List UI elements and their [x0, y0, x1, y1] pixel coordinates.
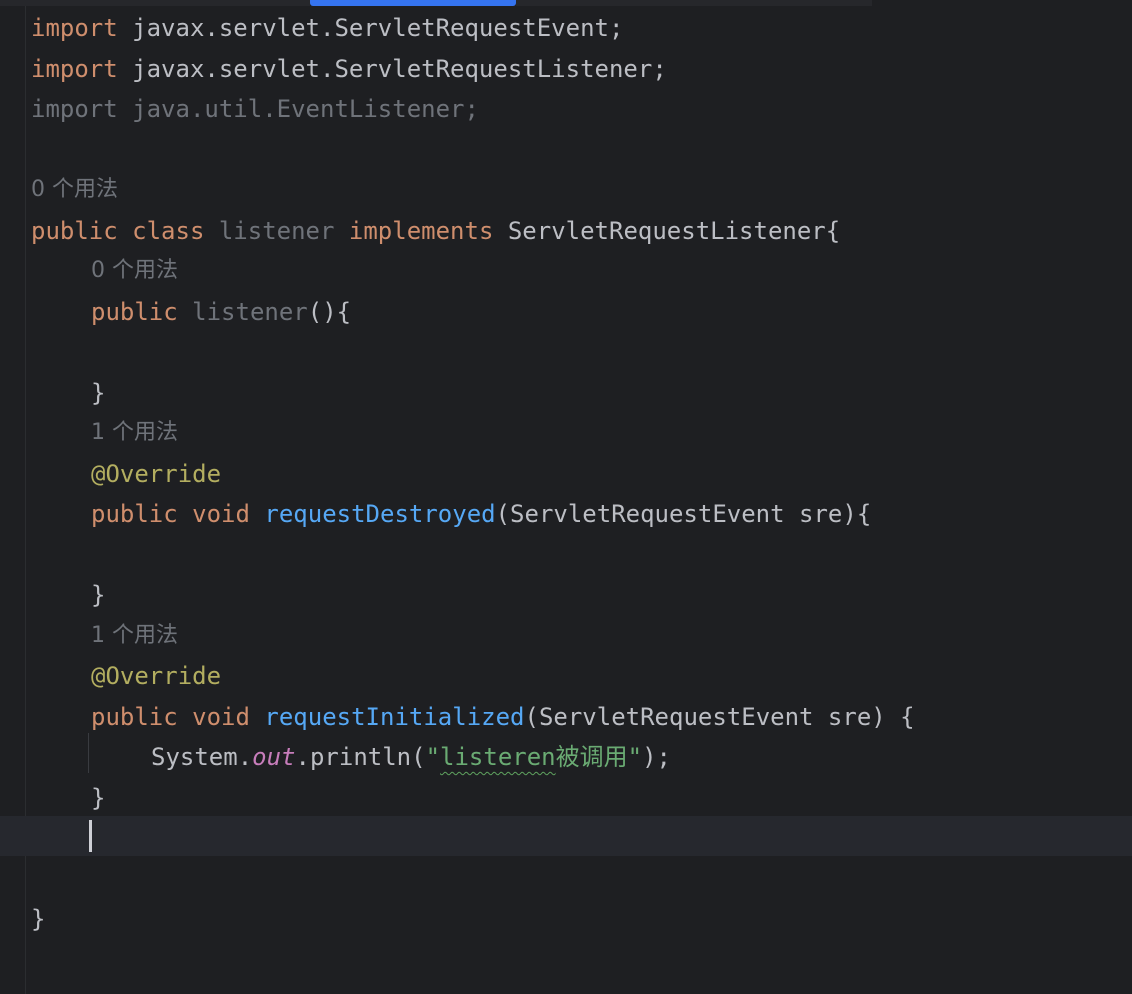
code-line-1[interactable]: import javax.servlet.ServletRequestEvent…: [31, 8, 623, 49]
code-line-class-close-brace[interactable]: }: [31, 899, 45, 940]
code-editor[interactable]: import javax.servlet.ServletRequestEvent…: [0, 6, 1132, 994]
code-line-brace[interactable]: }: [91, 575, 105, 616]
code-line-request-destroyed[interactable]: public void requestDestroyed(ServletRequ…: [91, 494, 871, 535]
code-line-3-unused-import[interactable]: import java.util.EventListener;: [31, 89, 479, 130]
usages-hint[interactable]: 1 个用法: [91, 616, 178, 657]
code-line-request-initialized[interactable]: public void requestInitialized(ServletRe…: [91, 697, 915, 738]
usages-hint[interactable]: 1 个用法: [91, 413, 178, 454]
code-line-class-declaration[interactable]: public class listener implements Servlet…: [31, 211, 840, 252]
code-line-annotation[interactable]: @Override: [91, 656, 221, 697]
code-line-println[interactable]: System.out.println("listeren被调用");: [151, 737, 671, 778]
usages-hint[interactable]: 0 个用法: [91, 251, 178, 292]
code-line-brace[interactable]: }: [91, 778, 105, 819]
code-line-2[interactable]: import javax.servlet.ServletRequestListe…: [31, 49, 667, 90]
current-line-highlight: [0, 816, 1132, 856]
code-line-annotation[interactable]: @Override: [91, 454, 221, 495]
indent-guide: [88, 733, 89, 773]
usages-hint[interactable]: 0 个用法: [31, 170, 118, 211]
text-caret: [89, 820, 92, 852]
code-line-brace[interactable]: }: [91, 373, 105, 414]
code-line-constructor[interactable]: public listener(){: [91, 292, 351, 333]
typo-warning: listeren: [440, 743, 556, 771]
